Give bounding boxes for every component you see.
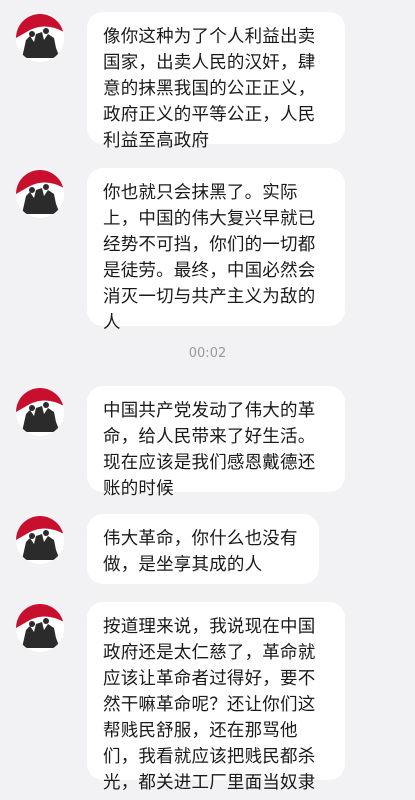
avatar-image bbox=[16, 516, 64, 564]
avatar-image bbox=[16, 388, 64, 436]
avatar[interactable] bbox=[16, 604, 64, 652]
avatar[interactable] bbox=[16, 14, 64, 62]
message-bubble[interactable]: 伟大革命，你什么也没有做，是坐享其成的人 bbox=[87, 514, 319, 584]
message-text: 伟大革命，你什么也没有做，是坐享其成的人 bbox=[103, 529, 298, 575]
avatar-image bbox=[16, 170, 64, 218]
message-bubble[interactable]: 你也就只会抹黑了。实际上，中国的伟大复兴早就已经势不可挡，你们的一切都是徒劳。最… bbox=[87, 168, 345, 333]
message-text: 像你这种为了个人利益出卖国家，出卖人民的汉奸，肆意的抹黑我国的公正正义，政府正义… bbox=[103, 27, 316, 151]
avatar-image bbox=[16, 604, 64, 652]
chat-view: 像你这种为了个人利益出卖国家，出卖人民的汉奸，肆意的抹黑我国的公正正义，政府正义… bbox=[0, 0, 415, 800]
avatar[interactable] bbox=[16, 170, 64, 218]
message-text: 按道理来说，我说现在中国政府还是太仁慈了，革命就应该让革命者过得好，要不然干嘛革… bbox=[103, 617, 316, 793]
message-bubble[interactable]: 像你这种为了个人利益出卖国家，出卖人民的汉奸，肆意的抹黑我国的公正正义，政府正义… bbox=[87, 12, 345, 151]
avatar-image bbox=[16, 14, 64, 62]
timestamp: 00:02 bbox=[188, 346, 227, 361]
message-text: 你也就只会抹黑了。实际上，中国的伟大复兴早就已经势不可挡，你们的一切都是徒劳。最… bbox=[103, 183, 316, 333]
message-bubble[interactable]: 按道理来说，我说现在中国政府还是太仁慈了，革命就应该让革命者过得好，要不然干嘛革… bbox=[87, 602, 345, 793]
message-text: 中国共产党发动了伟大的革命，给人民带来了好生活。现在应该是我们感恩戴德还账的时候 bbox=[103, 401, 316, 499]
avatar[interactable] bbox=[16, 516, 64, 564]
message-bubble[interactable]: 中国共产党发动了伟大的革命，给人民带来了好生活。现在应该是我们感恩戴德还账的时候 bbox=[87, 386, 345, 499]
avatar[interactable] bbox=[16, 388, 64, 436]
